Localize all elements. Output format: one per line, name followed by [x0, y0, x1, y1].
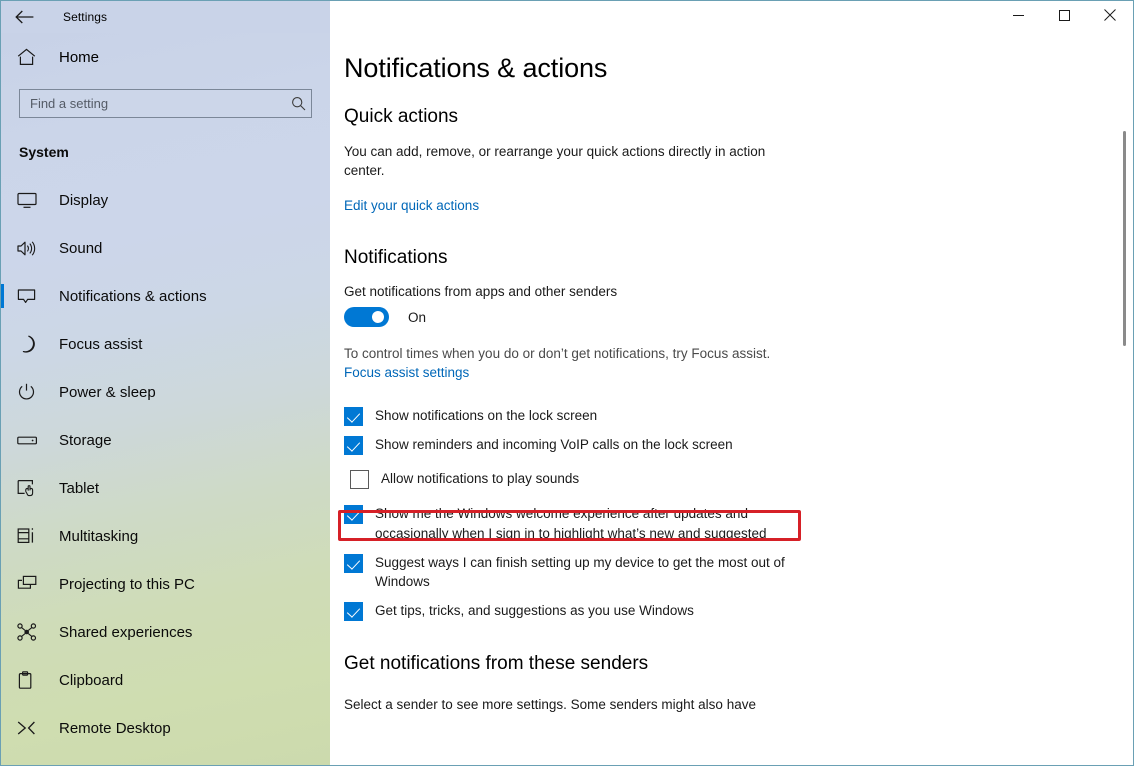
sidebar-item-label: Multitasking — [59, 527, 139, 545]
toggle-knob — [372, 311, 384, 324]
sidebar-item-label: Focus assist — [59, 335, 143, 353]
search-container — [1, 81, 330, 118]
senders-description: Select a sender to see more settings. So… — [344, 696, 756, 712]
sidebar-item-label: Tablet — [59, 479, 100, 497]
sidebar-item-label: Storage — [59, 431, 112, 449]
sidebar-item-focus-assist[interactable]: Focus assist — [1, 320, 330, 368]
sidebar-item-label: Power & sleep — [59, 383, 156, 401]
sidebar-item-multitasking[interactable]: Multitasking — [1, 512, 330, 560]
sidebar-item-label: Sound — [59, 239, 103, 257]
monitor-icon — [17, 192, 51, 209]
speaker-icon — [17, 240, 51, 257]
checkbox-label: Get tips, tricks, and suggestions as you… — [375, 602, 694, 618]
projecting-icon — [17, 575, 51, 593]
sidebar-item-display[interactable]: Display — [1, 176, 330, 224]
back-button[interactable] — [1, 1, 47, 33]
sidebar-item-label: Remote Desktop — [59, 719, 171, 737]
minimize-icon — [1012, 8, 1024, 26]
vertical-scrollbar[interactable] — [1116, 33, 1132, 765]
edit-quick-actions-link[interactable]: Edit your quick actions — [344, 198, 479, 213]
maximize-button[interactable] — [1041, 2, 1087, 33]
window-controls — [330, 1, 1133, 33]
checkbox-row-tips-tricks[interactable]: Get tips, tricks, and suggestions as you… — [344, 600, 1133, 622]
minimize-button[interactable] — [995, 2, 1041, 33]
remote-desktop-icon — [17, 720, 51, 736]
notifications-toggle-label: Get notifications from apps and other se… — [344, 284, 618, 300]
sidebar-item-power-sleep[interactable]: Power & sleep — [1, 368, 330, 416]
home-icon — [17, 48, 51, 66]
settings-window: Settings Home Find a setting System Disp… — [0, 0, 1134, 766]
focus-assist-settings-link[interactable]: Focus assist settings — [344, 365, 469, 380]
checkbox-label: Allow notifications to play sounds — [381, 471, 580, 487]
senders-section: Get notifications from these senders Sel… — [344, 653, 1133, 714]
multitasking-icon — [17, 527, 51, 545]
notifications-toggle-row: On — [344, 307, 1133, 328]
sidebar-item-label: Shared experiences — [59, 623, 193, 641]
sidebar-item-shared-experiences[interactable]: Shared experiences — [1, 608, 330, 656]
checkbox-suggest-setup[interactable] — [344, 553, 363, 573]
focus-assist-note: To control times when you do or don’t ge… — [344, 346, 771, 362]
notifications-toggle-state: On — [408, 309, 427, 325]
page-title: Notifications & actions — [344, 53, 608, 83]
checkbox-label: Show reminders and incoming VoIP calls o… — [375, 437, 733, 453]
checkbox-label: Show notifications on the lock screen — [375, 408, 598, 424]
senders-heading: Get notifications from these senders — [344, 652, 649, 674]
window-title: Settings — [63, 10, 108, 24]
title-bar-left: Settings — [1, 1, 330, 33]
checkbox-row-lock-screen[interactable]: Show notifications on the lock screen — [344, 405, 1133, 427]
sidebar-item-label: Clipboard — [59, 671, 124, 689]
sidebar-item-tablet[interactable]: Tablet — [1, 464, 330, 512]
sidebar: Home System — [1, 33, 330, 765]
checkbox-row-welcome-experience[interactable]: Show me the Windows welcome experience a… — [344, 503, 1133, 544]
scrollbar-thumb[interactable] — [1123, 131, 1126, 346]
quick-actions-heading: Quick actions — [344, 106, 459, 127]
checkbox-voip-reminders[interactable] — [344, 436, 363, 456]
checkbox-lock-screen[interactable] — [344, 407, 363, 427]
close-button[interactable] — [1087, 2, 1133, 33]
close-icon — [1104, 8, 1116, 26]
notifications-heading: Notifications — [344, 247, 448, 269]
sidebar-item-storage[interactable]: Storage — [1, 416, 330, 464]
checkbox-label: Suggest ways I can finish setting up my … — [375, 554, 785, 590]
checkbox-row-play-sounds[interactable]: Allow notifications to play sounds — [344, 463, 1133, 495]
title-bar: Settings — [1, 1, 1133, 33]
back-arrow-icon — [14, 10, 34, 24]
main-content: Notifications & actions Quick actions Yo… — [330, 33, 1133, 765]
sidebar-item-remote-desktop[interactable]: Remote Desktop — [1, 704, 330, 752]
checkbox-label: Show me the Windows welcome experience a… — [375, 506, 767, 542]
search-box[interactable] — [19, 89, 312, 118]
home-label: Home — [59, 48, 100, 66]
power-icon — [17, 383, 51, 401]
checkbox-row-voip-reminders[interactable]: Show reminders and incoming VoIP calls o… — [344, 434, 1133, 456]
drive-icon — [17, 434, 51, 447]
search-input[interactable] — [20, 90, 285, 117]
checkbox-welcome-experience[interactable] — [344, 505, 363, 525]
tablet-hand-icon — [17, 479, 51, 497]
sidebar-section-title: System — [19, 144, 69, 160]
sidebar-item-label: Notifications & actions — [59, 287, 207, 305]
sidebar-item-home[interactable]: Home — [1, 33, 330, 81]
checkbox-tips-tricks[interactable] — [344, 601, 363, 621]
maximize-icon — [1058, 8, 1070, 26]
checkbox-play-sounds[interactable] — [350, 470, 369, 490]
share-nodes-icon — [17, 623, 51, 641]
notification-options-list: Show notifications on the lock screen Sh… — [344, 405, 1133, 621]
sidebar-item-label: Projecting to this PC — [59, 575, 195, 593]
notifications-toggle[interactable] — [344, 307, 389, 328]
sidebar-item-label: Display — [59, 191, 109, 209]
sidebar-item-clipboard[interactable]: Clipboard — [1, 656, 330, 704]
sidebar-item-notifications-actions[interactable]: Notifications & actions — [1, 272, 330, 320]
quick-actions-section: Quick actions You can add, remove, or re… — [344, 106, 1133, 215]
clipboard-icon — [17, 670, 51, 690]
search-icon[interactable] — [285, 96, 311, 111]
quick-actions-description: You can add, remove, or rearrange your q… — [344, 144, 766, 179]
checkbox-row-suggest-setup[interactable]: Suggest ways I can finish setting up my … — [344, 552, 1133, 593]
notifications-section: Notifications Get notifications from app… — [344, 247, 1133, 621]
sidebar-item-sound[interactable]: Sound — [1, 224, 330, 272]
moon-icon — [17, 335, 51, 353]
sidebar-nav-list: Display Sound Notifications & actions Fo… — [1, 176, 330, 752]
notification-bubble-icon — [17, 288, 51, 305]
sidebar-item-projecting-to-this-pc[interactable]: Projecting to this PC — [1, 560, 330, 608]
